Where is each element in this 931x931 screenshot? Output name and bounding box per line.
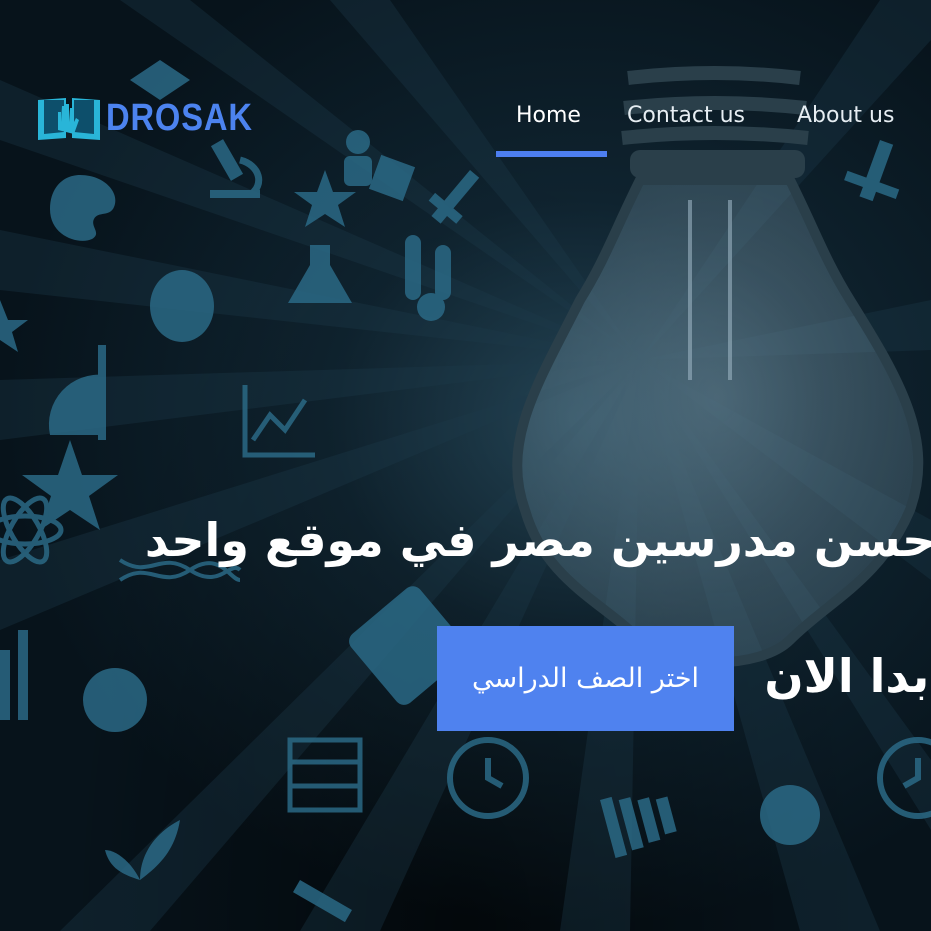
active-nav-indicator	[496, 151, 607, 157]
hero-title: احسن مدرسين مصر في موقع واحد	[144, 513, 931, 567]
choose-grade-button[interactable]: اختر الصف الدراسي	[437, 626, 734, 731]
main-nav: Home Contact us About us	[0, 97, 931, 159]
nav-link-home[interactable]: Home	[516, 97, 581, 135]
nav-link-about-us[interactable]: About us	[797, 97, 894, 135]
hero-subtitle: ابدا الان	[764, 649, 931, 703]
site-header: DROSAK Home Contact us About us	[0, 0, 931, 170]
nav-link-contact-us[interactable]: Contact us	[627, 97, 745, 135]
